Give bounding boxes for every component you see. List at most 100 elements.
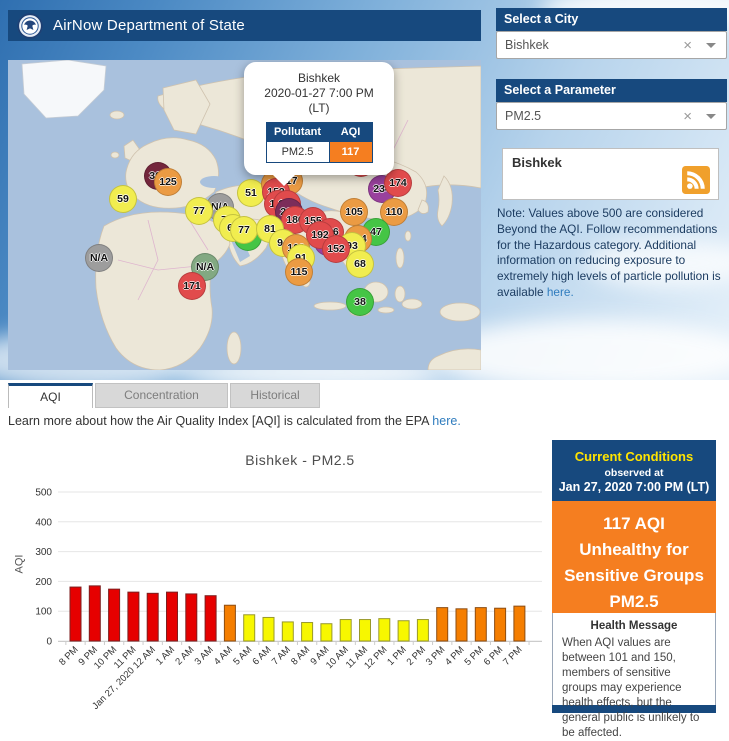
select-parameter-header: Select a Parameter (496, 79, 727, 102)
health-message-title: Health Message (553, 613, 715, 632)
popup-aqi-value: 117 (329, 142, 372, 163)
aqi-note: Note: Values above 500 are considered Be… (497, 206, 725, 301)
y-tick-label: 300 (35, 547, 52, 558)
bar-1-PM[interactable] (398, 621, 409, 641)
popup-aqi-header: AQI (329, 123, 372, 142)
health-message-box: Health Message When AQI values are betwe… (552, 613, 716, 705)
y-tick-label: 200 (35, 577, 52, 588)
aqi-marker-NA[interactable]: N/A (85, 244, 113, 272)
x-axis-label: 7 AM (270, 644, 293, 667)
tab-historical[interactable]: Historical (230, 383, 320, 408)
aqi-marker-105[interactable]: 105 (340, 198, 368, 226)
x-axis-label: 6 AM (251, 644, 274, 667)
app-header: AirNow Department of State (8, 10, 481, 41)
bar-9-AM[interactable] (321, 624, 332, 641)
bar-6-AM[interactable] (263, 617, 274, 641)
chart-plot-area: 01002003004005008 PM9 PM10 PM11 PMJan 27… (8, 440, 552, 713)
bar-5-AM[interactable] (244, 615, 255, 641)
aqi-marker-171[interactable]: 171 (178, 272, 206, 300)
aqi-marker-125[interactable]: 125 (154, 168, 182, 196)
x-axis-label: 2 AM (173, 644, 196, 667)
bar-8-PM[interactable] (70, 587, 81, 641)
bar-8-AM[interactable] (302, 623, 313, 641)
bar-6-PM[interactable] (495, 608, 506, 641)
aqi-bar-chart: Bishkek - PM2.5 AQI 01002003004005008 PM… (8, 440, 552, 713)
y-axis-title: AQI (13, 555, 25, 574)
bar-9-PM[interactable] (89, 586, 100, 641)
clear-parameter-icon[interactable]: × (683, 108, 692, 125)
bar-4-AM[interactable] (224, 605, 235, 641)
city-select-value: Bishkek (505, 38, 683, 52)
y-tick-label: 400 (35, 517, 52, 528)
x-axis-label: 5 PM (462, 644, 486, 668)
x-axis-label: 1 PM (385, 644, 409, 668)
department-of-state-seal-icon (17, 13, 43, 39)
aqi-category-line-1: Unhealthy for (552, 537, 716, 563)
world-map[interactable]: 30512559N/A77776277N/AN/A171511111171531… (8, 60, 481, 370)
learn-more-line: Learn more about how the Air Quality Ind… (8, 414, 461, 428)
y-tick-label: 100 (35, 607, 52, 618)
aqi-category-block: 117 AQI Unhealthy for Sensitive Groups P… (552, 501, 716, 613)
map-popup[interactable]: Bishkek 2020-01-27 7:00 PM (LT) Pollutan… (244, 62, 394, 175)
chevron-down-icon[interactable] (706, 114, 716, 124)
bar-11-PM[interactable] (128, 592, 139, 641)
observed-time: Jan 27, 2020 7:00 PM (LT) (552, 480, 716, 494)
bar-12-PM[interactable] (379, 619, 390, 641)
x-axis-label: 6 PM (482, 644, 506, 668)
y-tick-label: 500 (35, 488, 52, 499)
bar-10-AM[interactable] (340, 620, 351, 641)
rss-feed-icon[interactable] (681, 166, 711, 194)
popup-datetime: 2020-01-27 7:00 PM (LT) (263, 86, 375, 116)
bar-1-AM[interactable] (167, 592, 178, 641)
city-select[interactable]: Bishkek × (496, 31, 727, 59)
app-title: AirNow Department of State (53, 17, 245, 34)
bar-11-AM[interactable] (360, 620, 371, 641)
aqi-marker-68[interactable]: 68 (346, 250, 374, 278)
tab-aqi[interactable]: AQI (8, 383, 93, 408)
popup-city: Bishkek (244, 71, 394, 85)
aqi-marker-77[interactable]: 77 (230, 216, 258, 244)
aqi-marker-77[interactable]: 77 (185, 197, 213, 225)
x-axis-label: 8 PM (57, 644, 81, 668)
select-city-header: Select a City (496, 8, 727, 31)
bar-Jan-27--2020-12-AM[interactable] (147, 593, 158, 641)
note-here-link[interactable]: here. (547, 285, 574, 299)
chevron-down-icon[interactable] (706, 43, 716, 53)
learn-more-text: Learn more about how the Air Quality Ind… (8, 414, 432, 428)
aqi-marker-115[interactable]: 115 (285, 258, 313, 286)
bar-5-PM[interactable] (475, 608, 486, 641)
bar-3-PM[interactable] (437, 608, 448, 641)
parameter-select-value: PM2.5 (505, 109, 683, 123)
x-axis-label: 2 PM (405, 644, 429, 668)
bar-2-PM[interactable] (417, 620, 428, 641)
x-axis-label: 4 PM (443, 644, 467, 668)
parameter-select[interactable]: PM2.5 × (496, 102, 727, 130)
x-axis-label: 1 AM (154, 644, 177, 667)
bar-2-AM[interactable] (186, 594, 197, 641)
health-message-text: When AQI values are between 101 and 150,… (553, 632, 715, 741)
observed-at-label: observed at (552, 467, 716, 479)
x-axis-label: 8 AM (289, 644, 312, 667)
x-axis-label: 3 PM (424, 644, 448, 668)
current-conditions-title: Current Conditions (552, 449, 716, 464)
aqi-marker-59[interactable]: 59 (109, 185, 137, 213)
tab-concentration[interactable]: Concentration (95, 383, 228, 408)
x-axis-label: 7 PM (501, 644, 525, 668)
learn-more-here-link[interactable]: here. (432, 414, 461, 428)
popup-pollutant-header: Pollutant (266, 123, 329, 142)
aqi-category-line-2: Sensitive Groups (552, 563, 716, 589)
bar-3-AM[interactable] (205, 596, 216, 641)
current-conditions-panel: Current Conditions observed at Jan 27, 2… (552, 440, 716, 713)
aqi-marker-38[interactable]: 38 (346, 288, 374, 316)
bar-7-PM[interactable] (514, 606, 525, 641)
x-axis-label: 3 AM (193, 644, 216, 667)
bar-7-AM[interactable] (282, 622, 293, 641)
x-axis-label: 4 AM (212, 644, 235, 667)
rss-city-title: Bishkek (512, 155, 562, 170)
bar-4-PM[interactable] (456, 609, 467, 641)
clear-city-icon[interactable]: × (683, 37, 692, 54)
note-text: Note: Values above 500 are considered Be… (497, 206, 721, 299)
x-axis-label: 5 AM (231, 644, 254, 667)
aqi-parameter-line: PM2.5 (552, 589, 716, 615)
bar-10-PM[interactable] (109, 589, 120, 641)
